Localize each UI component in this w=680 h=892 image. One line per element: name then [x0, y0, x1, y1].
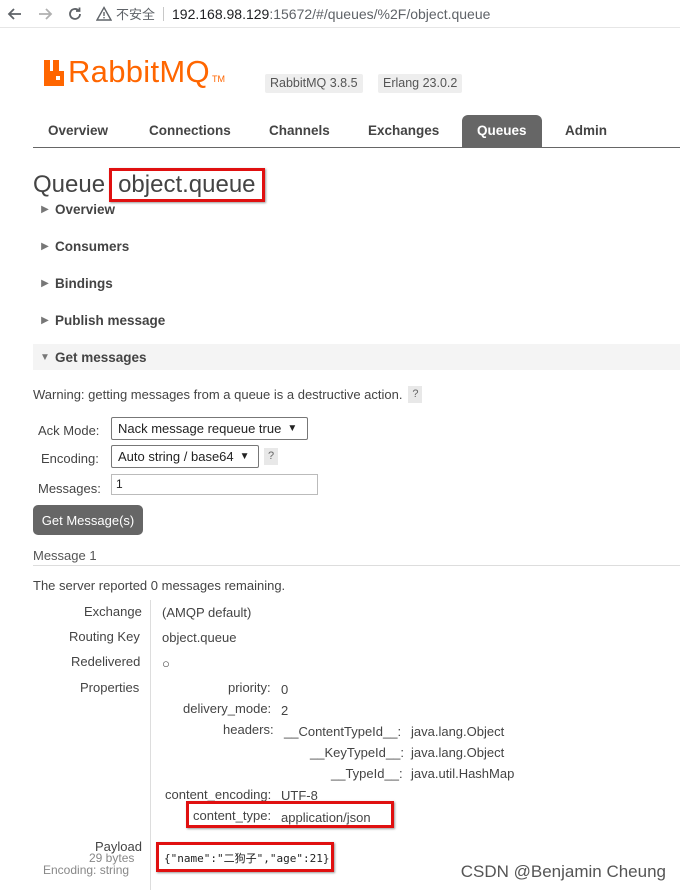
content-type-value: application/json — [281, 810, 371, 825]
tab-connections[interactable]: Connections — [149, 115, 231, 147]
browser-toolbar: 不安全 192.168.98.129:15672/#/queues/%2F/ob… — [0, 0, 680, 28]
headers-label: headers: — [223, 722, 274, 737]
encoding-select[interactable]: Auto string / base64 ▼ — [111, 445, 259, 468]
help-button[interactable]: ? — [408, 386, 423, 403]
back-icon[interactable] — [0, 0, 30, 28]
warning-text: Warning: getting messages from a queue i… — [33, 387, 403, 402]
section-bindings[interactable]: ▶ Bindings — [33, 270, 680, 296]
properties-label: Properties — [80, 680, 140, 695]
messages-count-value: 1 — [116, 477, 123, 491]
section-label: Consumers — [55, 238, 130, 254]
watermark: CSDN @Benjamin Cheung — [460, 862, 666, 881]
content-type-id-label: __ContentTypeId__: — [284, 724, 402, 739]
get-messages-button[interactable]: Get Message(s) — [33, 505, 143, 535]
delivery-mode-value: 2 — [281, 703, 289, 718]
priority-value: 0 — [281, 682, 289, 697]
forward-icon[interactable] — [30, 0, 60, 28]
section-label: Get messages — [55, 349, 147, 365]
section-overview[interactable]: ▶ Overview — [33, 196, 680, 222]
ack-mode-value: Nack message requeue true — [118, 421, 282, 436]
chevron-down-icon: ▼ — [287, 423, 298, 434]
url-host: 192.168.98.129 — [172, 5, 270, 22]
expand-arrow-icon: ▶ — [41, 240, 49, 252]
tab-channels[interactable]: Channels — [269, 115, 330, 147]
content-type-id-value: java.lang.Object — [411, 724, 505, 739]
delivery-mode-label: delivery_mode: — [183, 701, 272, 716]
expand-arrow-icon: ▶ — [41, 277, 49, 289]
page-title-prefix: Queue — [33, 171, 106, 198]
expand-arrow-icon: ▶ — [41, 203, 49, 215]
messages-count-input[interactable]: 1 — [111, 474, 318, 495]
tab-queues[interactable]: Queues — [462, 115, 542, 147]
type-id-value: java.util.HashMap — [411, 766, 515, 781]
payload-encoding: Encoding: string — [43, 863, 130, 877]
exchange-label: Exchange — [84, 604, 142, 619]
ack-mode-select[interactable]: Nack message requeue true ▼ — [111, 417, 308, 440]
rabbitmq-logo: RabbitMQ TM — [44, 56, 225, 88]
exchange-value: (AMQP default) — [162, 605, 252, 620]
insecure-label: 不安全 — [116, 7, 156, 22]
messages-label: Messages: — [38, 481, 101, 496]
redelivered-icon: ○ — [162, 656, 170, 671]
url-path: :15672/#/queues/%2F/object.queue — [269, 5, 491, 22]
destructive-warning: Warning: getting messages from a queue i… — [33, 386, 423, 403]
expand-arrow-icon: ▶ — [41, 314, 49, 326]
tab-admin[interactable]: Admin — [565, 115, 607, 147]
encoding-value: Auto string / base64 — [118, 449, 234, 464]
remaining-status: The server reported 0 messages remaining… — [33, 578, 286, 593]
content-encoding-label: content_encoding: — [165, 787, 272, 802]
section-label: Publish message — [55, 312, 166, 328]
message-detail-divider — [150, 600, 151, 890]
rabbitmq-version-badge: RabbitMQ 3.8.5 — [265, 74, 363, 93]
section-label: Overview — [55, 201, 116, 217]
rabbit-logo-icon — [44, 60, 64, 86]
routing-key-label: Routing Key — [69, 629, 140, 644]
key-type-id-value: java.lang.Object — [411, 745, 505, 760]
chevron-down-icon: ▼ — [239, 451, 250, 462]
message-heading: Message 1 — [33, 548, 680, 566]
encoding-label: Encoding: — [41, 451, 99, 466]
type-id-label: __TypeId__: — [331, 766, 403, 781]
section-publish-message[interactable]: ▶ Publish message — [33, 307, 680, 333]
section-get-messages[interactable]: ▼ Get messages — [33, 344, 680, 370]
logo-text: RabbitMQ — [68, 54, 210, 89]
tab-overview[interactable]: Overview — [48, 115, 108, 147]
section-label: Bindings — [55, 275, 113, 291]
key-type-id-label: __KeyTypeId__: — [310, 745, 404, 760]
payload-value: {"name":"二狗子","age":21} — [164, 852, 330, 865]
collapse-arrow-icon: ▼ — [40, 351, 50, 363]
section-consumers[interactable]: ▶ Consumers — [33, 233, 680, 259]
reload-icon[interactable] — [60, 0, 90, 28]
erlang-version-badge: Erlang 23.0.2 — [378, 74, 463, 93]
main-tabs: Overview Connections Channels Exchanges … — [33, 115, 680, 148]
address-bar[interactable]: 不安全 192.168.98.129:15672/#/queues/%2F/ob… — [96, 2, 490, 26]
encoding-help-button[interactable]: ? — [264, 448, 278, 465]
address-separator — [163, 6, 165, 21]
content-type-label: content_type: — [193, 808, 272, 823]
ack-mode-label: Ack Mode: — [38, 423, 100, 438]
tab-exchanges[interactable]: Exchanges — [368, 115, 439, 147]
logo-trademark: TM — [211, 74, 225, 84]
routing-key-value: object.queue — [162, 630, 237, 645]
priority-label: priority: — [228, 680, 271, 695]
warning-icon — [96, 5, 112, 21]
redelivered-label: Redelivered — [71, 654, 141, 669]
